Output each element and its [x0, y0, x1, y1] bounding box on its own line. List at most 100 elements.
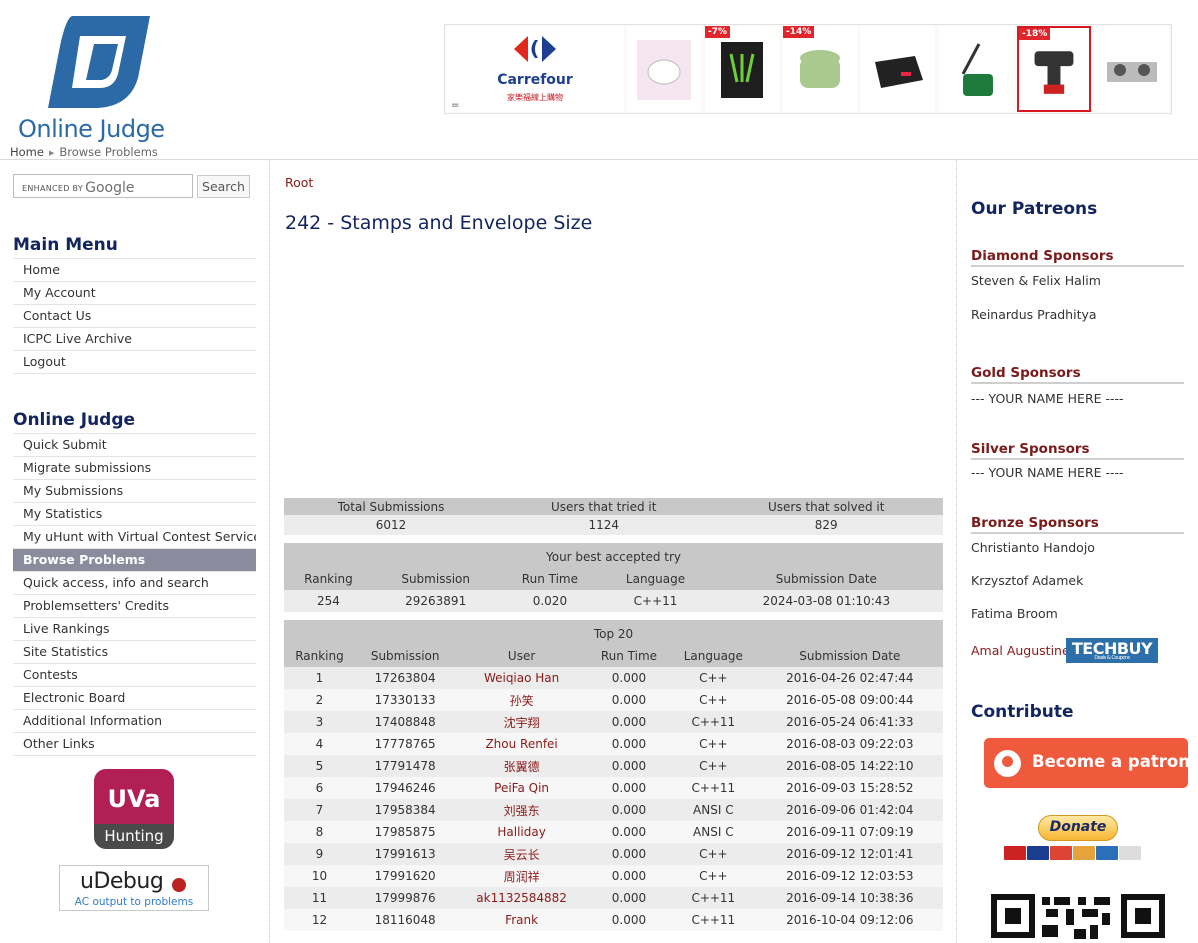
cell-user[interactable]: 周润祥: [455, 865, 588, 887]
cell-submission[interactable]: 17991620: [354, 865, 456, 887]
sponsor-link[interactable]: Amal Augustine: [971, 643, 1070, 658]
table-row: 2 17330133 孙笑 0.000 C++ 2016-05-08 09:00:44: [284, 689, 943, 711]
cell-submission[interactable]: 17791478: [354, 755, 456, 777]
udebug-banner[interactable]: uDebug AC output to problems: [59, 865, 209, 911]
uva-hunting-badge[interactable]: UVa Hunting: [94, 769, 174, 849]
cell-language: C++11: [670, 909, 757, 931]
table-row: 12 18116048 Frank 0.000 C++11 2016-10-04 09:1…: [284, 909, 943, 931]
problem-title[interactable]: 242 - Stamps and Envelope Size: [285, 212, 592, 234]
menu-item-contests[interactable]: Contests: [13, 664, 256, 687]
techbuy-logo[interactable]: TECHBUY Deals & Coupons: [1066, 638, 1158, 663]
udebug-name: uDebug: [80, 869, 164, 894]
cell-submission[interactable]: 17408848: [354, 711, 456, 733]
site-logo[interactable]: Online Judge: [18, 12, 178, 147]
cell-submission[interactable]: 17991613: [354, 843, 456, 865]
menu-item-my-statistics[interactable]: My Statistics: [13, 503, 256, 526]
cell-user[interactable]: 孙笑: [455, 689, 588, 711]
ad-product-washer[interactable]: [939, 26, 1013, 112]
cell-user[interactable]: 张翼德: [455, 755, 588, 777]
menu-item-home[interactable]: Home: [13, 259, 256, 282]
column-header: Language: [670, 644, 757, 667]
menu-item-additional-information[interactable]: Additional Information: [13, 710, 256, 733]
ad-product-drill[interactable]: -18%: [1017, 26, 1091, 112]
cell-user[interactable]: Halliday: [455, 821, 588, 843]
menu-item-icpc-live-archive[interactable]: ICPC Live Archive: [13, 328, 256, 351]
become-patron-button[interactable]: Become a patron: [984, 738, 1190, 788]
menu-item-browse-problems[interactable]: Browse Problems: [13, 549, 256, 572]
cell-ranking: 3: [284, 711, 355, 733]
cell-submission[interactable]: 17778765: [354, 733, 456, 755]
cell-user[interactable]: ak1132584882: [455, 887, 588, 909]
cell-user[interactable]: Weiqiao Han: [455, 667, 588, 689]
google-logo: Google: [85, 180, 135, 196]
cell-ranking: 7: [284, 799, 355, 821]
menu-item-other-links[interactable]: Other Links: [13, 733, 256, 756]
menu-item-my-account[interactable]: My Account: [13, 282, 256, 305]
cell-submission[interactable]: 17330133: [354, 689, 456, 711]
ad-product-rice-cooker[interactable]: [627, 26, 701, 112]
sponsor-name: Christianto Handojo: [971, 540, 1095, 555]
breadcrumb-home[interactable]: Home: [10, 145, 44, 159]
cell-language: C++11: [670, 887, 757, 909]
column-header: User: [455, 644, 588, 667]
menu-item-quick-submit[interactable]: Quick Submit: [13, 434, 256, 457]
menu-item-quick-access[interactable]: Quick access, info and search: [13, 572, 256, 595]
cell-ranking: 9: [284, 843, 355, 865]
column-header: Ranking: [284, 567, 373, 590]
top20-caption: Top 20: [284, 620, 943, 644]
cell-submission[interactable]: 17946246: [354, 777, 456, 799]
ad-brand[interactable]: Carrefour 家樂福線上購物 =: [446, 26, 624, 112]
cell-ranking: 6: [284, 777, 355, 799]
cell-submission[interactable]: 17958384: [354, 799, 456, 821]
menu-item-logout[interactable]: Logout: [13, 351, 256, 374]
menu-item-live-rankings[interactable]: Live Rankings: [13, 618, 256, 641]
cell-user[interactable]: 沈宇翔: [455, 711, 588, 733]
search-input[interactable]: ENHANCED BY Google: [13, 174, 193, 198]
cell-ranking: 4: [284, 733, 355, 755]
donate-button[interactable]: Donate: [1038, 815, 1118, 841]
column-header: Run Time: [498, 567, 602, 590]
top20-rows: 1 17263804 Weiqiao Han 0.000 C++ 2016-04-26 0…: [284, 667, 943, 931]
sponsor-name: Fatima Broom: [971, 606, 1058, 621]
cell-user[interactable]: 吴云长: [455, 843, 588, 865]
table-row: 7 17958384 刘强东 0.000 ANSI C 2016-09-06 01:42:…: [284, 799, 943, 821]
menu-item-migrate-submissions[interactable]: Migrate submissions: [13, 457, 256, 480]
ad-product-cooker[interactable]: -14%: [783, 26, 857, 112]
cell-user[interactable]: 刘强东: [455, 799, 588, 821]
menu-item-my-submissions[interactable]: My Submissions: [13, 480, 256, 503]
cell-language: C++: [670, 733, 757, 755]
cell-submission[interactable]: 17263804: [354, 667, 456, 689]
main-content: Root 242 - Stamps and Envelope Size Tota…: [271, 160, 957, 943]
cell-submission[interactable]: 17985875: [354, 821, 456, 843]
ad-banner[interactable]: Carrefour 家樂福線上購物 = -7% -14% -18%: [444, 24, 1172, 114]
menu-item-uhunt[interactable]: My uHunt with Virtual Contest Service: [13, 526, 256, 549]
cell-submission-date: 2016-09-14 10:38:36: [756, 887, 943, 909]
menu-item-contact-us[interactable]: Contact Us: [13, 305, 256, 328]
uva-badge-bottom: Hunting: [94, 824, 174, 849]
best-ranking: 254: [284, 590, 373, 612]
column-header: Submission: [372, 567, 499, 590]
cell-user[interactable]: Frank: [455, 909, 588, 931]
ad-product-scale[interactable]: [861, 26, 935, 112]
cell-submission[interactable]: 17999876: [354, 887, 456, 909]
payment-cards-icon: [1004, 846, 1146, 862]
sponsor-name: --- YOUR NAME HERE ----: [971, 465, 1124, 480]
cell-user[interactable]: Zhou Renfei: [455, 733, 588, 755]
menu-item-problemsetters-credits[interactable]: Problemsetters' Credits: [13, 595, 256, 618]
menu-item-site-statistics[interactable]: Site Statistics: [13, 641, 256, 664]
search-enhanced-label: ENHANCED BY Google: [22, 180, 135, 196]
cell-user[interactable]: PeiFa Qin: [455, 777, 588, 799]
ad-product-stove[interactable]: [1095, 26, 1169, 112]
root-link[interactable]: Root: [285, 175, 313, 190]
search-button[interactable]: Search: [197, 175, 250, 198]
cell-submission[interactable]: 18116048: [354, 909, 456, 931]
cell-ranking: 1: [284, 667, 355, 689]
cell-run-time: 0.000: [587, 821, 671, 843]
cell-language: C++11: [670, 711, 757, 733]
menu-item-electronic-board[interactable]: Electronic Board: [13, 687, 256, 710]
table-row: 11 17999876 ak1132584882 0.000 C++11 2016-09-…: [284, 887, 943, 909]
table-row: 5 17791478 张翼德 0.000 C++ 2016-08-05 14:22:10: [284, 755, 943, 777]
ad-menu-icon[interactable]: =: [451, 100, 459, 111]
ad-product-fridge[interactable]: -7%: [705, 26, 779, 112]
pressure-washer-icon: [961, 43, 993, 96]
